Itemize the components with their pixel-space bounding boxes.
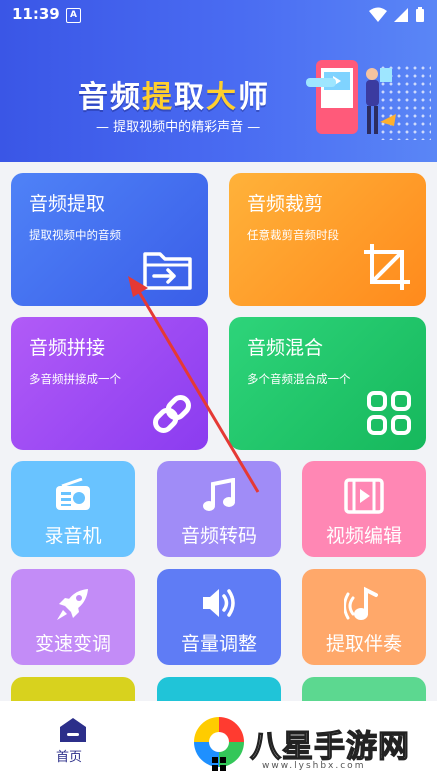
radio-icon [56,478,90,510]
bottom-nav: 首页 八星手游网 www.lyshbx.com [0,701,437,776]
card-video-edit[interactable]: 视频编辑 [302,461,426,557]
battery-icon [416,7,424,22]
crop-icon [364,244,410,290]
rocket-icon [57,589,88,620]
title-part: 取 [174,80,206,115]
wifi-icon [369,7,387,22]
card-title: 变速变调 [34,633,111,655]
card-title: 音频提取 [29,193,106,215]
card-title: 录音机 [44,525,102,547]
phone-illustration-icon [306,60,396,134]
card-desc: 提取视频中的音频 [29,228,121,242]
link-icon [153,395,191,433]
card-title: 音频混合 [247,337,324,359]
folder-import-icon [143,252,192,290]
grid-icon [367,391,411,435]
card-desc: 多个音频混合成一个 [247,372,351,386]
card-recorder[interactable]: 录音机 [11,461,135,557]
banner-title: 音频提取大师 [78,72,270,116]
music-note-icon [203,478,235,511]
card-audio-join[interactable]: 音频拼接 多音频拼接成一个 [11,317,208,450]
card-title: 音频拼接 [29,337,106,359]
music-wave-icon [344,586,378,620]
watermark-url: www.lyshbx.com [262,761,366,771]
card-volume-adjust[interactable]: 音量调整 [157,569,281,665]
card-desc: 多音频拼接成一个 [29,372,121,386]
card-audio-mix[interactable]: 音频混合 多个音频混合成一个 [229,317,426,450]
card-desc: 任意裁剪音频时段 [247,228,339,242]
card-title: 视频编辑 [325,525,402,547]
card-audio-extract[interactable]: 音频提取 提取视频中的音频 [11,173,208,306]
windows-icon [212,757,226,771]
notification-icon: A [66,8,81,23]
card-title: 提取伴奏 [325,633,402,655]
card-title: 音频裁剪 [247,193,324,215]
banner: 11:39 A 音频提取大师 — 提取视频中的精彩声音 — [0,0,437,162]
card-title: 音频转码 [180,525,257,547]
card-title: 音量调整 [180,633,257,655]
banner-subtitle: — 提取视频中的精彩声音 — [96,120,261,135]
card-speed-pitch[interactable]: 变速变调 [11,569,135,665]
signal-icon [394,8,408,22]
speaker-icon [203,589,235,617]
nav-home-label[interactable]: 首页 [56,746,82,765]
card-audio-transcode[interactable]: 音频转码 [157,461,281,557]
title-part: 师 [238,80,270,115]
card-audio-trim[interactable]: 音频裁剪 任意裁剪音频时段 [229,173,426,306]
home-icon[interactable] [58,717,88,743]
title-highlight: 提 [142,80,174,115]
status-bar: 11:39 A [12,5,425,27]
watermark-text: 八星手游网 [249,728,410,765]
status-icons [369,7,425,23]
card-extract-accompaniment[interactable]: 提取伴奏 [302,569,426,665]
title-part: 音频 [78,80,142,115]
status-time: 11:39 [12,5,60,23]
film-icon [344,478,384,514]
title-highlight: 大 [206,80,238,115]
